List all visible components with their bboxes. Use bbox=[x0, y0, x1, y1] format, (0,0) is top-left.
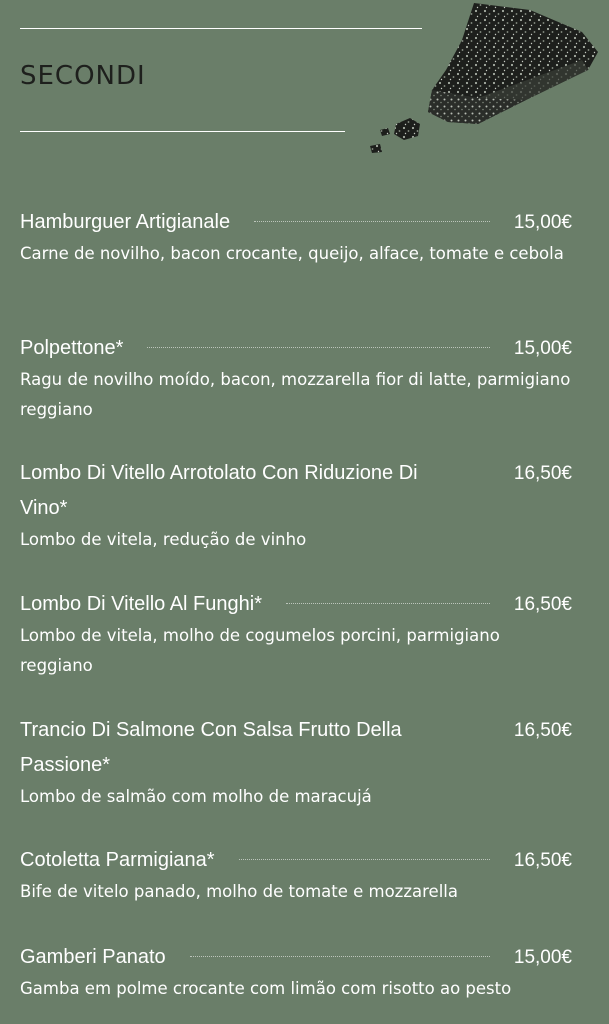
dotted-leader bbox=[286, 587, 490, 604]
menu-item-description: Gamba em polme crocante com limão com ri… bbox=[20, 979, 512, 998]
menu-item-price: 16,50€ bbox=[513, 594, 572, 615]
dotted-leader bbox=[238, 843, 490, 860]
leader-spacer bbox=[464, 713, 490, 729]
menu-item: Lombo Di Vitello Al Funghi* 16,50€ Lombo… bbox=[20, 587, 572, 681]
leader-spacer bbox=[464, 456, 490, 472]
dotted-leader bbox=[254, 205, 490, 222]
menu-item: Trancio Di Salmone Con Salsa Frutto Dell… bbox=[20, 713, 572, 812]
menu-item-header: Polpettone* 15,00€ bbox=[20, 331, 572, 366]
menu-item: Polpettone* 15,00€ Ragu de novilho moído… bbox=[20, 331, 572, 425]
menu-item-description: Bife de vitelo panado, molho de tomate e… bbox=[20, 882, 458, 901]
dotted-leader bbox=[189, 940, 490, 957]
menu-item-name: Polpettone* bbox=[20, 337, 124, 359]
menu-item-header: Trancio Di Salmone Con Salsa Frutto Dell… bbox=[20, 713, 572, 783]
menu-item-header: Gamberi Panato 15,00€ bbox=[20, 940, 572, 975]
menu-item: Hamburguer Artigianale 15,00€ Carne de n… bbox=[20, 205, 572, 269]
menu-item-price: 16,50€ bbox=[513, 463, 572, 484]
menu-item-price: 15,00€ bbox=[513, 212, 572, 233]
menu-item-name: Lombo Di Vitello Al Funghi* bbox=[20, 593, 262, 615]
menu-item-price: 16,50€ bbox=[513, 850, 572, 871]
menu-item-description: Ragu de novilho moído, bacon, mozzarella… bbox=[20, 370, 571, 419]
menu-item-description: Carne de novilho, bacon crocante, queijo… bbox=[20, 244, 564, 263]
section-rule-bottom bbox=[20, 131, 345, 132]
menu-item-description: Lombo de vitela, molho de cogumelos porc… bbox=[20, 626, 500, 675]
section-rule-top bbox=[20, 28, 422, 29]
menu-item-price: 15,00€ bbox=[513, 947, 572, 968]
menu-item-price: 15,00€ bbox=[513, 338, 572, 359]
menu-item-name: Hamburguer Artigianale bbox=[20, 211, 231, 233]
menu-item-name: Lombo Di Vitello Arrotolato Con Riduzion… bbox=[20, 462, 418, 519]
menu-item-description: Lombo de salmão com molho de maracujá bbox=[20, 787, 372, 806]
menu-item-description: Lombo de vitela, redução de vinho bbox=[20, 530, 307, 549]
menu-item-name: Gamberi Panato bbox=[20, 946, 166, 968]
menu-item-name: Trancio Di Salmone Con Salsa Frutto Dell… bbox=[20, 719, 402, 776]
section-title: SECONDI bbox=[20, 61, 146, 91]
dotted-leader bbox=[147, 331, 490, 348]
parmesan-cheese-illustration bbox=[370, 3, 598, 153]
menu-item: Cotoletta Parmigiana* 16,50€ Bife de vit… bbox=[20, 843, 572, 907]
menu-item-header: Cotoletta Parmigiana* 16,50€ bbox=[20, 843, 572, 878]
menu-item-price: 16,50€ bbox=[513, 720, 572, 741]
menu-item: Lombo Di Vitello Arrotolato Con Riduzion… bbox=[20, 456, 572, 555]
menu-item-name: Cotoletta Parmigiana* bbox=[20, 849, 215, 871]
menu-item: Gamberi Panato 15,00€ Gamba em polme cro… bbox=[20, 940, 572, 1004]
menu-item-header: Hamburguer Artigianale 15,00€ bbox=[20, 205, 572, 240]
menu-item-header: Lombo Di Vitello Al Funghi* 16,50€ bbox=[20, 587, 572, 622]
menu-item-header: Lombo Di Vitello Arrotolato Con Riduzion… bbox=[20, 456, 572, 526]
